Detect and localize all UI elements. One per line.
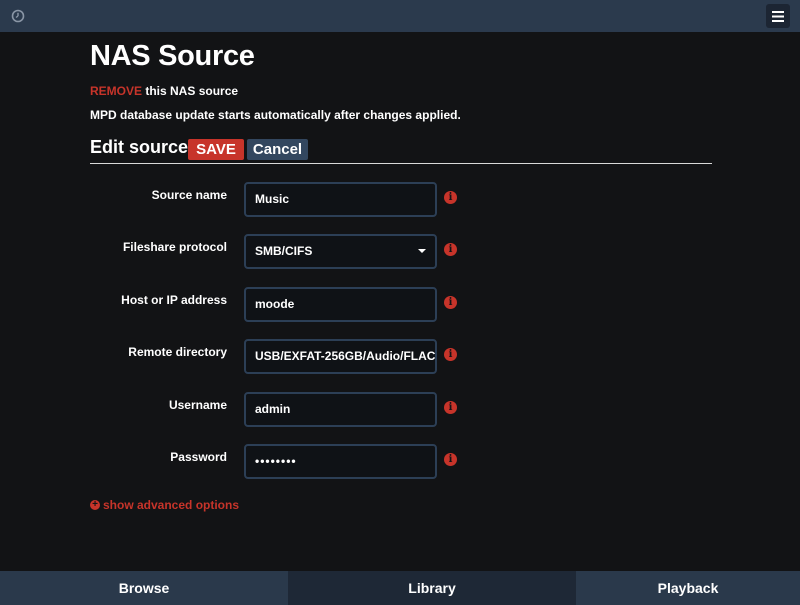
- form-row-source-name: Source name Music i: [0, 182, 800, 222]
- remote-directory-label: Remote directory: [128, 345, 227, 359]
- clock-icon[interactable]: [11, 9, 25, 23]
- protocol-select[interactable]: SMB/CIFS: [244, 234, 437, 269]
- caret-down-icon: [418, 249, 426, 253]
- tab-browse[interactable]: Browse: [0, 571, 288, 605]
- plus-circle-icon: +: [90, 500, 100, 510]
- form-row-password: Password •••••••• i: [0, 444, 800, 484]
- password-input[interactable]: ••••••••: [244, 444, 437, 479]
- source-name-input[interactable]: Music: [244, 182, 437, 217]
- remote-directory-input[interactable]: USB/EXFAT-256GB/Audio/FLAC: [244, 339, 437, 374]
- top-bar: [0, 0, 800, 32]
- host-label: Host or IP address: [121, 293, 227, 307]
- info-icon[interactable]: i: [444, 401, 457, 414]
- form-row-username: Username admin i: [0, 392, 800, 432]
- menu-button[interactable]: [766, 4, 790, 28]
- form-row-protocol: Fileshare protocol SMB/CIFS i: [0, 234, 800, 274]
- remove-line-suffix: this NAS source: [142, 84, 239, 98]
- remove-line: REMOVE this NAS source: [90, 84, 238, 98]
- advanced-label: show advanced options: [103, 498, 240, 512]
- protocol-label: Fileshare protocol: [122, 240, 227, 254]
- info-icon[interactable]: i: [444, 191, 457, 204]
- remove-source-link[interactable]: REMOVE: [90, 84, 142, 98]
- hamburger-icon: [772, 10, 784, 22]
- page-title: NAS Source: [90, 40, 255, 72]
- show-advanced-options-link[interactable]: + show advanced options: [90, 498, 239, 512]
- form-row-remote-directory: Remote directory USB/EXFAT-256GB/Audio/F…: [0, 339, 800, 379]
- username-input[interactable]: admin: [244, 392, 437, 427]
- update-note: MPD database update starts automatically…: [90, 108, 461, 122]
- edit-source-header: Edit source SAVE Cancel: [90, 136, 712, 164]
- bottom-nav: Browse Library Playback: [0, 571, 800, 605]
- protocol-value: SMB/CIFS: [255, 244, 313, 258]
- username-label: Username: [168, 398, 227, 412]
- cancel-button[interactable]: Cancel: [247, 139, 308, 160]
- tab-library[interactable]: Library: [288, 571, 576, 605]
- source-name-label: Source name: [151, 188, 227, 202]
- info-icon[interactable]: i: [444, 296, 457, 309]
- host-input[interactable]: moode: [244, 287, 437, 322]
- form-row-host: Host or IP address moode i: [0, 287, 800, 327]
- tab-playback[interactable]: Playback: [576, 571, 800, 605]
- section-title: Edit source: [90, 137, 189, 157]
- info-icon[interactable]: i: [444, 453, 457, 466]
- info-icon[interactable]: i: [444, 243, 457, 256]
- save-button[interactable]: SAVE: [188, 139, 244, 160]
- password-label: Password: [170, 450, 227, 464]
- info-icon[interactable]: i: [444, 348, 457, 361]
